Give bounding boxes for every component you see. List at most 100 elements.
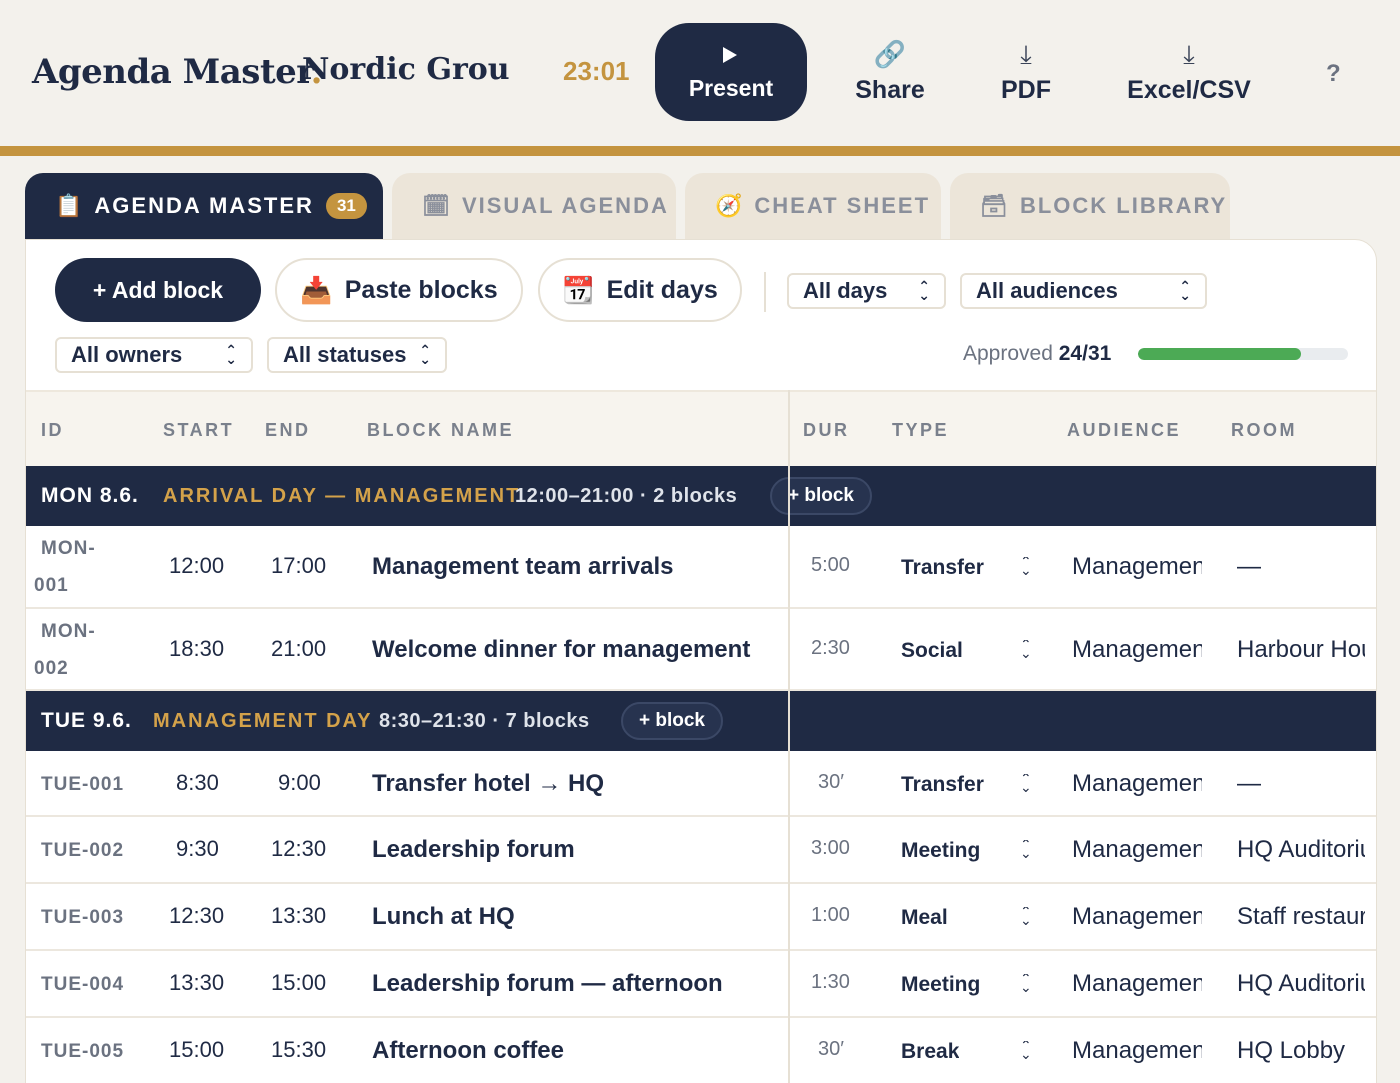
link-icon: 🔗 bbox=[873, 39, 907, 69]
pdf-button[interactable]: ⤓ PDF bbox=[990, 36, 1062, 105]
project-title[interactable]: Nordic Group ( bbox=[302, 52, 510, 87]
chevron-updown-icon[interactable]: ⌃ ⌄ bbox=[1020, 907, 1032, 925]
chevron-updown-icon[interactable]: ⌃ ⌄ bbox=[1020, 840, 1032, 858]
owners-filter-select[interactable]: All owners ⌃ ⌄ bbox=[55, 337, 253, 373]
day-name: ARRIVAL DAY — MANAGEMENT bbox=[163, 485, 521, 507]
row-end[interactable]: 15:00 bbox=[271, 970, 326, 996]
share-button[interactable]: 🔗 Share bbox=[846, 36, 934, 105]
tab-block-library[interactable]: 🗃 BLOCK LIBRARY bbox=[950, 173, 1230, 239]
row-type[interactable]: Meeting bbox=[901, 839, 980, 863]
chevron-updown-icon[interactable]: ⌃ ⌄ bbox=[1020, 1041, 1032, 1059]
row-type[interactable]: Meal bbox=[901, 906, 948, 930]
row-end[interactable]: 17:00 bbox=[271, 553, 326, 579]
row-start[interactable]: 13:30 bbox=[169, 970, 224, 996]
day-header-tue: TUE 9.6. MANAGEMENT DAY 8:30–21:30 · 7 b… bbox=[26, 691, 1376, 751]
col-end[interactable]: END bbox=[265, 420, 311, 441]
row-block-name[interactable]: Leadership forum bbox=[372, 836, 782, 864]
table-row[interactable]: TUE-004 13:30 15:00 Leadership forum — a… bbox=[26, 951, 1376, 1018]
day-label: TUE 9.6. bbox=[41, 709, 132, 732]
row-start[interactable]: 12:30 bbox=[169, 903, 224, 929]
add-block-to-day-button[interactable]: + block bbox=[621, 702, 723, 740]
row-start[interactable]: 8:30 bbox=[176, 770, 219, 796]
row-audience[interactable]: Management bbox=[1072, 970, 1202, 998]
row-block-name[interactable]: Welcome dinner for management bbox=[372, 636, 782, 664]
row-block-name[interactable]: Afternoon coffee bbox=[372, 1037, 782, 1065]
col-block-name[interactable]: BLOCK NAME bbox=[367, 420, 514, 441]
row-room[interactable]: Staff restaurant bbox=[1237, 903, 1365, 931]
row-audience[interactable]: Management bbox=[1072, 836, 1202, 864]
row-end[interactable]: 13:30 bbox=[271, 903, 326, 929]
count-badge: 31 bbox=[325, 193, 367, 219]
row-block-name[interactable]: Lunch at HQ bbox=[372, 903, 782, 931]
col-room[interactable]: ROOM bbox=[1231, 420, 1297, 441]
row-audience[interactable]: Management bbox=[1072, 770, 1202, 798]
tab-agenda-master[interactable]: 📋 AGENDA MASTER 31 bbox=[25, 173, 383, 239]
row-audience[interactable]: Management bbox=[1072, 636, 1202, 664]
present-button[interactable]: Present bbox=[655, 23, 807, 121]
row-room[interactable]: — bbox=[1237, 770, 1365, 798]
row-room[interactable]: HQ Auditorium bbox=[1237, 836, 1365, 864]
col-start[interactable]: START bbox=[163, 420, 234, 441]
col-dur[interactable]: DUR bbox=[803, 420, 850, 441]
row-duration: 5:00 bbox=[811, 554, 850, 576]
table-row[interactable]: MON- 001 12:00 17:00 Management team arr… bbox=[26, 526, 1376, 609]
row-end[interactable]: 15:30 bbox=[271, 1037, 326, 1063]
paste-blocks-button[interactable]: 📥 Paste blocks bbox=[275, 258, 523, 322]
excel-csv-button[interactable]: ⤓ Excel/CSV bbox=[1118, 36, 1260, 105]
row-audience[interactable]: Management bbox=[1072, 553, 1202, 581]
edit-days-button[interactable]: 📆 Edit days bbox=[538, 258, 742, 322]
days-filter-select[interactable]: All days ⌃ ⌄ bbox=[787, 273, 946, 309]
chevron-updown-icon[interactable]: ⌃ ⌄ bbox=[1020, 774, 1032, 792]
row-id: MON- 001 bbox=[34, 538, 96, 596]
row-id: TUE-002 bbox=[41, 840, 125, 861]
row-start[interactable]: 18:30 bbox=[169, 636, 224, 662]
tab-cheat-sheet[interactable]: 🧭 CHEAT SHEET bbox=[685, 173, 941, 239]
row-type[interactable]: Social bbox=[901, 639, 963, 663]
table-row[interactable]: TUE-005 15:00 15:30 Afternoon coffee 30′… bbox=[26, 1018, 1376, 1083]
row-start[interactable]: 15:00 bbox=[169, 1037, 224, 1063]
compass-icon: 🧭 bbox=[715, 193, 743, 218]
statuses-filter-select[interactable]: All statuses ⌃ ⌄ bbox=[267, 337, 447, 373]
row-room[interactable]: — bbox=[1237, 553, 1365, 581]
row-start[interactable]: 12:00 bbox=[169, 553, 224, 579]
row-end[interactable]: 12:30 bbox=[271, 836, 326, 862]
row-duration: 2:30 bbox=[811, 637, 850, 659]
table-row[interactable]: TUE-003 12:30 13:30 Lunch at HQ 1:00 Mea… bbox=[26, 884, 1376, 951]
help-button[interactable]: ? bbox=[1326, 60, 1341, 88]
table-row[interactable]: TUE-002 9:30 12:30 Leadership forum 3:00… bbox=[26, 817, 1376, 884]
chevron-updown-icon[interactable]: ⌃ ⌄ bbox=[1020, 640, 1032, 658]
row-room[interactable]: Harbour House bbox=[1237, 636, 1365, 664]
chevron-updown-icon[interactable]: ⌃ ⌄ bbox=[1020, 974, 1032, 992]
row-room[interactable]: HQ Lobby bbox=[1237, 1037, 1365, 1065]
tab-visual-agenda[interactable]: 🗓 VISUAL AGENDA bbox=[392, 173, 676, 239]
app-logo[interactable]: Agenda Master. bbox=[32, 52, 322, 92]
row-type[interactable]: Transfer bbox=[901, 556, 984, 580]
col-type[interactable]: TYPE bbox=[892, 420, 949, 441]
audiences-filter-select[interactable]: All audiences ⌃ ⌄ bbox=[960, 273, 1207, 309]
add-block-to-day-button[interactable]: + block bbox=[770, 477, 872, 515]
calendar-icon: 📆 bbox=[562, 274, 595, 305]
app-header: Agenda Master. Nordic Group ( 23:01 Pres… bbox=[0, 0, 1400, 146]
add-block-button[interactable]: + Add block bbox=[55, 258, 261, 322]
row-start[interactable]: 9:30 bbox=[176, 836, 219, 862]
col-id[interactable]: ID bbox=[41, 420, 64, 441]
col-audience[interactable]: AUDIENCE bbox=[1067, 420, 1181, 441]
row-duration: 3:00 bbox=[811, 837, 850, 859]
row-block-name[interactable]: Leadership forum — afternoon bbox=[372, 970, 782, 998]
table-row[interactable]: MON- 002 18:30 21:00 Welcome dinner for … bbox=[26, 609, 1376, 691]
chevron-updown-icon: ⌃ ⌄ bbox=[918, 278, 930, 303]
row-type[interactable]: Break bbox=[901, 1040, 959, 1064]
row-end[interactable]: 21:00 bbox=[271, 636, 326, 662]
row-audience[interactable]: Management bbox=[1072, 1037, 1202, 1065]
row-block-name[interactable]: Transfer hotel → HQ bbox=[372, 770, 782, 798]
row-type[interactable]: Transfer bbox=[901, 773, 984, 797]
row-audience[interactable]: Management bbox=[1072, 903, 1202, 931]
column-divider bbox=[788, 390, 790, 1083]
row-type[interactable]: Meeting bbox=[901, 973, 980, 997]
row-block-name[interactable]: Management team arrivals bbox=[372, 553, 782, 581]
row-room[interactable]: HQ Auditorium bbox=[1237, 970, 1365, 998]
day-meta: 12:00–21:00 · 2 blocks bbox=[515, 485, 738, 507]
row-end[interactable]: 9:00 bbox=[278, 770, 321, 796]
table-row[interactable]: TUE-001 8:30 9:00 Transfer hotel → HQ 30… bbox=[26, 751, 1376, 817]
chevron-updown-icon[interactable]: ⌃ ⌄ bbox=[1020, 557, 1032, 575]
